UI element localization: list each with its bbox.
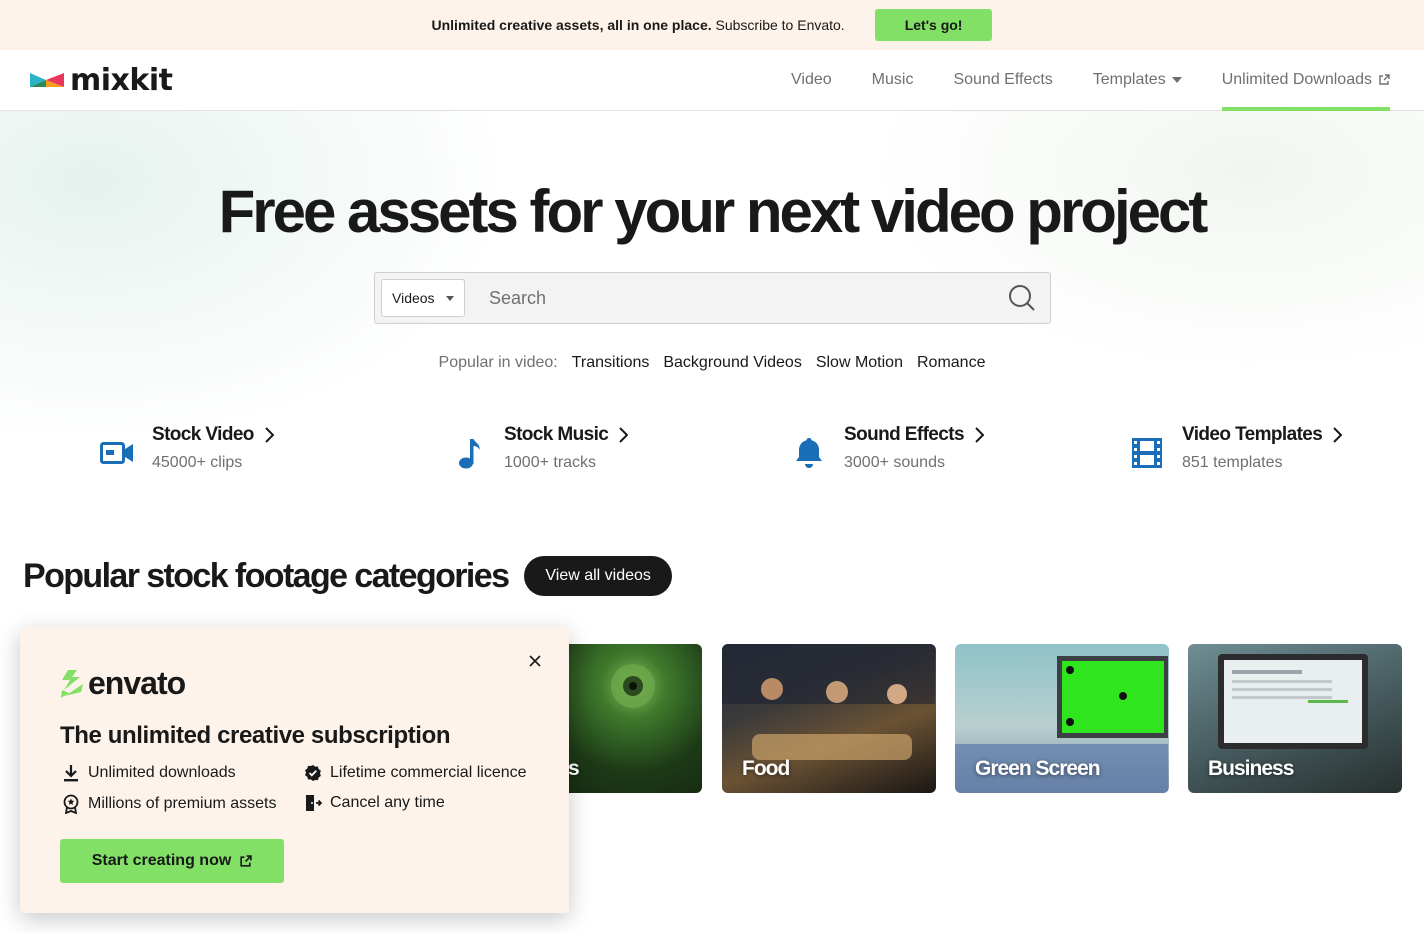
nav-unlimited-downloads[interactable]: Unlimited Downloads xyxy=(1221,50,1391,111)
promo-text-rest: Subscribe to Envato. xyxy=(715,17,845,33)
chevron-right-icon xyxy=(619,427,629,443)
chevron-right-icon xyxy=(1333,427,1343,443)
category-stock-video-title: Stock Video xyxy=(152,424,274,446)
popup-feature-label: Cancel any time xyxy=(330,794,445,811)
category-video-templates-title: Video Templates xyxy=(1182,424,1343,446)
video-camera-icon xyxy=(100,436,134,470)
music-note-icon xyxy=(452,436,486,470)
chevron-right-icon xyxy=(975,427,984,443)
nav-video[interactable]: Video xyxy=(791,50,832,110)
chevron-right-icon xyxy=(265,427,274,443)
category-stock-video[interactable]: Stock Video 45000+ clips xyxy=(100,424,274,472)
nav-sound-effects-label: Sound Effects xyxy=(953,71,1053,88)
bell-icon xyxy=(792,436,826,470)
popular-categories-title: Popular stock footage categories xyxy=(23,556,510,595)
popup-feature: Lifetime commercial licence xyxy=(304,764,527,782)
category-tile-label: Food xyxy=(742,757,790,780)
category-tile-food[interactable]: Food xyxy=(722,644,936,793)
nav-templates-label: Templates xyxy=(1092,71,1166,88)
search-type-value: Videos xyxy=(392,290,435,306)
download-icon xyxy=(64,765,78,782)
category-sound-effects[interactable]: Sound Effects 3000+ sounds xyxy=(792,424,984,472)
close-popup-button[interactable] xyxy=(527,653,543,669)
promo-text-bold: Unlimited creative assets, all in one pl… xyxy=(431,17,712,33)
award-ribbon-icon xyxy=(63,794,79,814)
search-bar: Videos xyxy=(374,272,1051,324)
category-sound-effects-count: 3000+ sounds xyxy=(844,454,945,471)
hero-section: Free assets for your next video project … xyxy=(0,111,1424,633)
hero-title: Free assets for your next video project xyxy=(218,178,1209,245)
search-type-select[interactable]: Videos xyxy=(381,279,465,317)
nav-unlimited-downloads-label: Unlimited Downloads xyxy=(1221,71,1372,88)
nav-sound-effects[interactable]: Sound Effects xyxy=(953,50,1052,110)
start-creating-button[interactable]: Start creating now xyxy=(60,839,284,883)
envato-subscription-popup: envato The unlimited creative subscripti… xyxy=(20,627,569,913)
popup-feature: Millions of premium assets xyxy=(62,794,277,814)
nav-video-label: Video xyxy=(791,71,832,88)
chevron-down-icon xyxy=(446,295,454,301)
popup-feature-label: Lifetime commercial licence xyxy=(330,764,527,781)
popular-searches: Popular in video: Transitions Background… xyxy=(0,354,1424,372)
nav-music-label: Music xyxy=(871,71,914,88)
nav-music[interactable]: Music xyxy=(872,50,914,110)
promo-cta-button[interactable]: Let's go! xyxy=(874,9,993,41)
caret-down-icon xyxy=(1171,77,1182,83)
category-tile-label: s xyxy=(568,757,580,780)
category-sound-effects-title: Sound Effects xyxy=(844,424,984,446)
exit-door-icon xyxy=(306,795,322,811)
mixkit-logo[interactable]: mixkit xyxy=(30,62,173,98)
start-creating-label: Start creating now xyxy=(91,852,232,869)
category-stock-music[interactable]: Stock Music 1000+ tracks xyxy=(452,424,629,472)
promo-text: Unlimited creative assets, all in one pl… xyxy=(432,17,845,33)
logo-wordmark: mixkit xyxy=(70,62,173,98)
category-video-templates-count: 851 templates xyxy=(1182,454,1283,471)
envato-logo: envato xyxy=(60,665,186,702)
category-stock-music-title: Stock Music xyxy=(504,424,629,446)
category-video-templates[interactable]: Video Templates 851 templates xyxy=(1130,424,1343,472)
verified-badge-icon xyxy=(305,765,321,781)
search-icon xyxy=(1009,285,1035,311)
close-icon xyxy=(529,655,541,667)
view-all-videos-button[interactable]: View all videos xyxy=(524,556,672,596)
envato-leaf-icon xyxy=(61,669,83,698)
promo-bar: Unlimited creative assets, all in one pl… xyxy=(0,0,1424,50)
category-stock-video-count: 45000+ clips xyxy=(152,454,243,471)
popup-title: The unlimited creative subscription xyxy=(60,722,451,749)
film-strip-icon xyxy=(1130,436,1164,470)
popular-link-background-videos[interactable]: Background Videos xyxy=(663,354,801,372)
popular-link-transitions[interactable]: Transitions xyxy=(572,354,650,372)
category-tile-business[interactable]: Business xyxy=(1188,644,1402,793)
popular-label: Popular in video: xyxy=(438,354,558,371)
category-tile-label: Business xyxy=(1208,757,1294,780)
popular-link-romance[interactable]: Romance xyxy=(917,354,985,372)
external-link-icon xyxy=(240,854,253,867)
search-button[interactable] xyxy=(994,273,1050,323)
popup-feature: Unlimited downloads xyxy=(62,764,236,782)
category-stock-music-count: 1000+ tracks xyxy=(504,454,597,471)
popular-categories-header: Popular stock footage categories View al… xyxy=(23,556,672,596)
popup-feature-label: Unlimited downloads xyxy=(88,764,236,781)
category-tile-label: Green Screen xyxy=(975,757,1101,780)
popular-link-slow-motion[interactable]: Slow Motion xyxy=(816,354,903,372)
popup-feature-label: Millions of premium assets xyxy=(88,795,277,812)
envato-wordmark: envato xyxy=(88,665,186,701)
site-header: mixkit Video Music Sound Effects Templat… xyxy=(0,50,1424,111)
mixkit-logo-mark-icon xyxy=(30,73,64,87)
main-nav: Video Music Sound Effects Templates Unli… xyxy=(791,50,1391,111)
category-tile-green-screen[interactable]: Green Screen xyxy=(955,644,1169,793)
search-input[interactable] xyxy=(465,273,994,323)
popup-feature: Cancel any time xyxy=(304,794,445,812)
external-link-icon xyxy=(1379,74,1390,85)
category-links: Stock Video 45000+ clips Stock Music 100… xyxy=(0,424,1424,484)
nav-templates[interactable]: Templates xyxy=(1093,50,1182,110)
